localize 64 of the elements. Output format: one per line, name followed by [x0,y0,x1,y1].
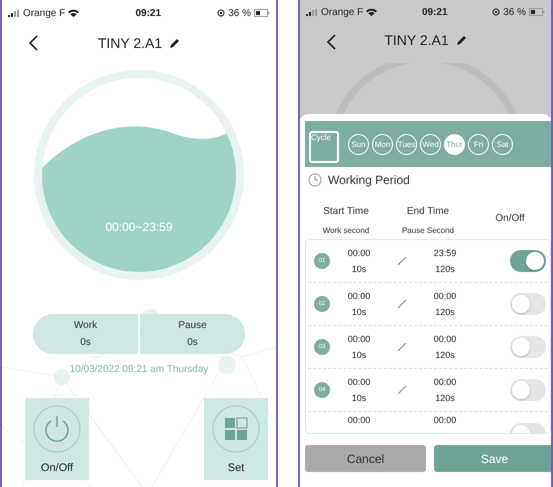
end-time[interactable]: 00:00 [434,291,456,301]
clock-time: 09:21 [422,6,448,18]
end-time[interactable]: 00:00 [434,377,456,387]
column-header: Start Time [322,206,370,217]
dash-icon [398,300,406,308]
wifi-icon [68,9,80,17]
power-button[interactable]: On/Off [25,398,89,480]
wifi-icon [366,8,378,16]
signal-icon [306,8,318,16]
work-seconds[interactable]: 10s [352,307,366,317]
device-title: TINY 2.A1 [384,32,449,48]
grid-icon [211,404,261,454]
battery-icon [254,9,270,17]
back-icon[interactable] [326,34,336,50]
pencil-icon[interactable] [170,38,180,48]
pencil-icon[interactable] [456,35,467,46]
device-title: TINY 2.A1 [98,35,162,51]
rotation-lock-icon [217,9,226,17]
start-time[interactable]: 00:00 [348,248,370,258]
counter-value: 0s [80,337,91,348]
column-subheader: Pause Second [400,226,456,235]
dash-icon [398,343,406,351]
rotation-lock-icon [492,8,500,16]
end-time[interactable]: 23:59 [434,248,456,258]
counter-label: Work [74,320,98,331]
counter-value: 0s [187,337,198,348]
column-subheader: Work second [322,226,370,235]
battery-percent: 36 % [228,8,251,18]
dash-icon [398,257,406,265]
start-time[interactable]: 00:00 [348,415,370,425]
back-icon[interactable] [28,35,38,51]
counter-label: Pause [178,320,207,331]
start-time[interactable]: 00:00 [348,291,370,301]
toggle-switch[interactable] [510,379,546,401]
battery-icon [529,8,545,16]
clock-icon [308,173,322,187]
end-time[interactable]: 00:00 [434,334,456,344]
column-header: On/Off [494,212,526,224]
pause-seconds[interactable]: 120s [435,350,455,360]
date-time: 10/03/2022 09:21 am Thursday [68,364,210,375]
settings-button[interactable]: Set [204,398,268,480]
start-time[interactable]: 00:00 [348,334,370,344]
pause-seconds[interactable]: 120s [435,393,455,403]
signal-icon [8,10,20,16]
carrier-name: Orange F [23,8,66,18]
dash-icon [398,386,406,394]
work-seconds[interactable]: 10s [352,393,366,403]
pause-seconds[interactable]: 120s [435,264,455,274]
end-time[interactable]: 00:00 [434,415,456,425]
time-range: 00:00~23:59 [104,220,174,234]
start-time[interactable]: 00:00 [348,377,370,387]
work-seconds[interactable]: 10s [352,264,366,274]
work-seconds[interactable]: 10s [352,350,366,360]
carrier-name: Orange F [321,6,364,18]
power-icon [32,404,82,454]
toggle-switch[interactable] [510,293,546,315]
battery-percent: 36 % [503,6,526,18]
section-title: Working Period [328,173,410,187]
cancel-button[interactable]: Cancel [305,445,426,472]
clock-time: 09:21 [135,8,162,18]
pause-seconds[interactable]: 120s [435,307,455,317]
column-header: End Time [406,206,450,217]
toggle-switch[interactable] [510,336,546,358]
toggle-switch[interactable] [510,250,546,272]
